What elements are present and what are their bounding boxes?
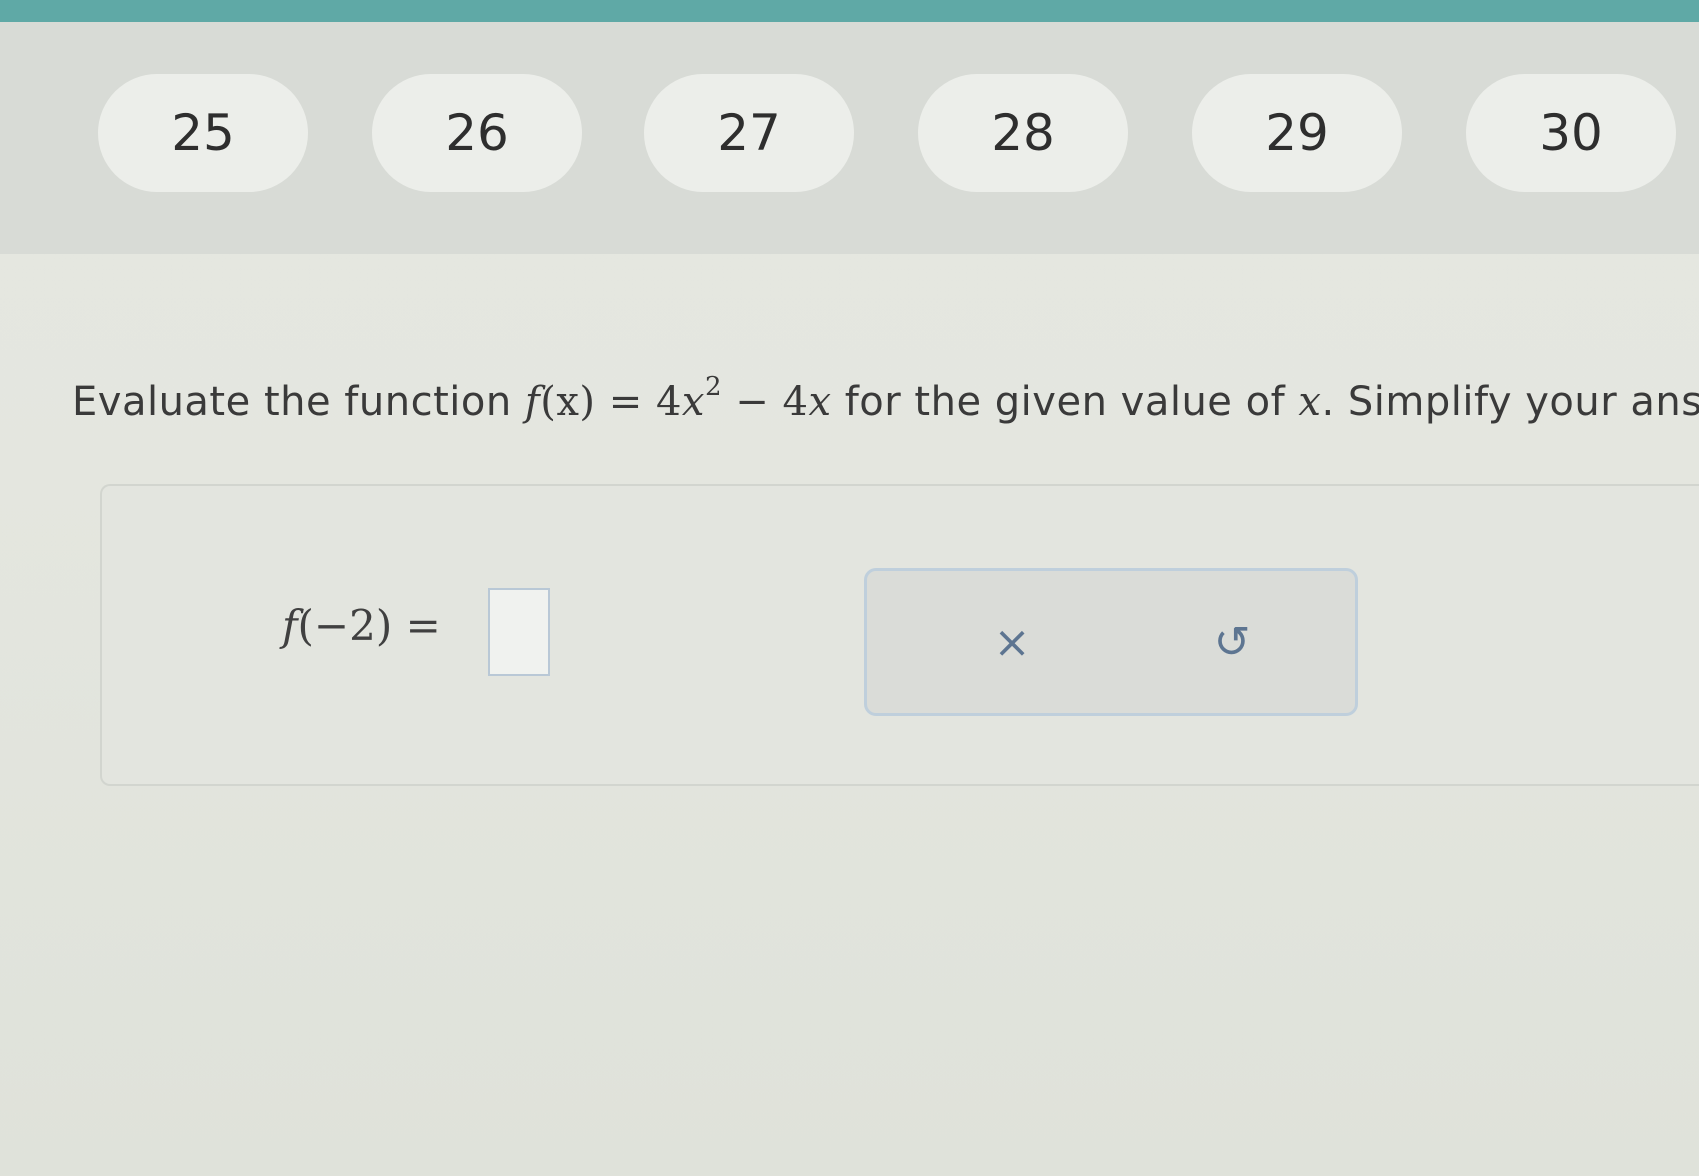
clear-button[interactable]: × <box>977 607 1047 677</box>
question-nav-item-25[interactable]: 25 <box>98 74 308 192</box>
variable-x: x <box>1298 379 1322 425</box>
answer-tools: × ↺ <box>864 568 1358 716</box>
minus-sign: − <box>722 379 783 425</box>
answer-function-name: f <box>282 601 298 650</box>
function-name: f <box>524 379 541 425</box>
term1-variable: x <box>681 379 705 425</box>
term1-coefficient: 4 <box>655 379 682 425</box>
question-nav-item-28[interactable]: 28 <box>918 74 1128 192</box>
function-arg: (x) <box>540 379 596 425</box>
term2-variable: x <box>808 379 832 425</box>
prompt-text-before: Evaluate the function <box>72 379 525 425</box>
close-icon: × <box>993 616 1031 668</box>
prompt-text-after: . Simplify your answe <box>1321 379 1699 425</box>
question-nav-item-26[interactable]: 26 <box>372 74 582 192</box>
exponent: 2 <box>704 372 723 402</box>
question-nav-item-27[interactable]: 27 <box>644 74 854 192</box>
answer-equals: = <box>392 601 441 650</box>
prompt-text-mid: for the given value of <box>831 379 1299 425</box>
answer-input[interactable] <box>488 588 550 676</box>
undo-icon: ↺ <box>1213 616 1251 668</box>
equals-sign: = <box>595 379 656 425</box>
question-nav: 25 26 27 28 29 30 <box>0 22 1699 254</box>
question-nav-item-30[interactable]: 30 <box>1466 74 1676 192</box>
term2-coefficient: 4 <box>782 379 809 425</box>
question-prompt: Evaluate the function f(x) = 4x2 − 4x fo… <box>72 372 1699 425</box>
top-strip <box>0 0 1699 22</box>
answer-expression: f(−2) = <box>282 601 441 650</box>
answer-argument: (−2) <box>297 601 393 650</box>
question-nav-item-29[interactable]: 29 <box>1192 74 1402 192</box>
undo-button[interactable]: ↺ <box>1197 607 1267 677</box>
